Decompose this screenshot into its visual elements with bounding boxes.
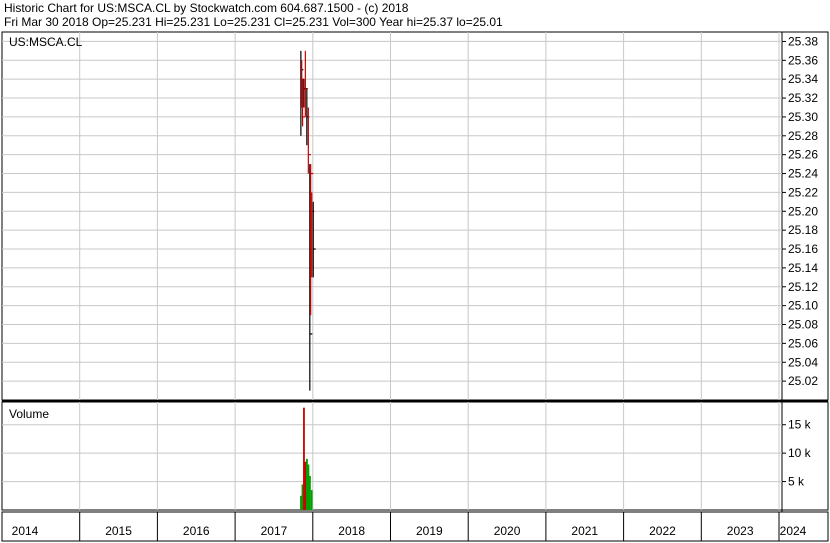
volume-tick-label: 15 k: [788, 418, 812, 432]
price-tick-label: 25.06: [788, 336, 818, 350]
volume-bar: [309, 475, 311, 510]
price-tick-label: 25.26: [788, 148, 818, 162]
year-tick-label: 2017: [261, 524, 288, 538]
year-tick-label: 2024: [780, 524, 807, 538]
price-tick-label: 25.34: [788, 72, 818, 86]
stock-chart: 25.02 25.04 25.06 25.08 25.10 25.12 25.14 25.16…: [1, 31, 829, 542]
volume-panel-label: Volume: [9, 407, 49, 421]
year-tick-label: 2018: [338, 524, 365, 538]
price-tick-label: 25.04: [788, 355, 818, 369]
year-tick-label: 2023: [727, 524, 754, 538]
chart-grid: [2, 32, 786, 541]
price-tick-label: 25.28: [788, 129, 818, 143]
price-tick-label: 25.08: [788, 318, 818, 332]
price-tick-label: 25.22: [788, 185, 818, 199]
price-panel-border: [1, 31, 829, 401]
price-tick-label: 25.14: [788, 261, 818, 275]
volume-bar: [310, 490, 313, 510]
year-tick-label: 2015: [105, 524, 132, 538]
volume-bars: [300, 407, 313, 510]
year-tick-label: 2019: [416, 524, 443, 538]
volume-panel-border: [1, 401, 829, 511]
price-tick-label: 25.20: [788, 204, 818, 218]
year-tick-label: 2016: [183, 524, 210, 538]
price-tick-label: 25.02: [788, 374, 818, 388]
price-tick-label: 25.36: [788, 53, 818, 67]
price-tick-label: 25.32: [788, 91, 818, 105]
year-tick-label: 2022: [649, 524, 676, 538]
price-tick-label: 25.12: [788, 280, 818, 294]
volume-tick-label: 10 k: [788, 446, 812, 460]
year-tick-label: 2014: [12, 524, 39, 538]
year-tick-label: 2021: [571, 524, 598, 538]
price-panel-label: US:MSCA.CL: [9, 35, 83, 49]
price-tick-label: 25.10: [788, 299, 818, 313]
price-tick-label: 25.16: [788, 242, 818, 256]
axis-labels: 25.02 25.04 25.06 25.08 25.10 25.12 25.14 25.16…: [12, 34, 819, 538]
price-bars: [300, 50, 316, 391]
price-tick-label: 25.38: [788, 34, 818, 48]
price-tick-label: 25.30: [788, 110, 818, 124]
volume-tick-label: 5 k: [788, 475, 805, 489]
year-tick-label: 2020: [494, 524, 521, 538]
price-tick-label: 25.24: [788, 167, 818, 181]
price-tick-label: 25.18: [788, 223, 818, 237]
